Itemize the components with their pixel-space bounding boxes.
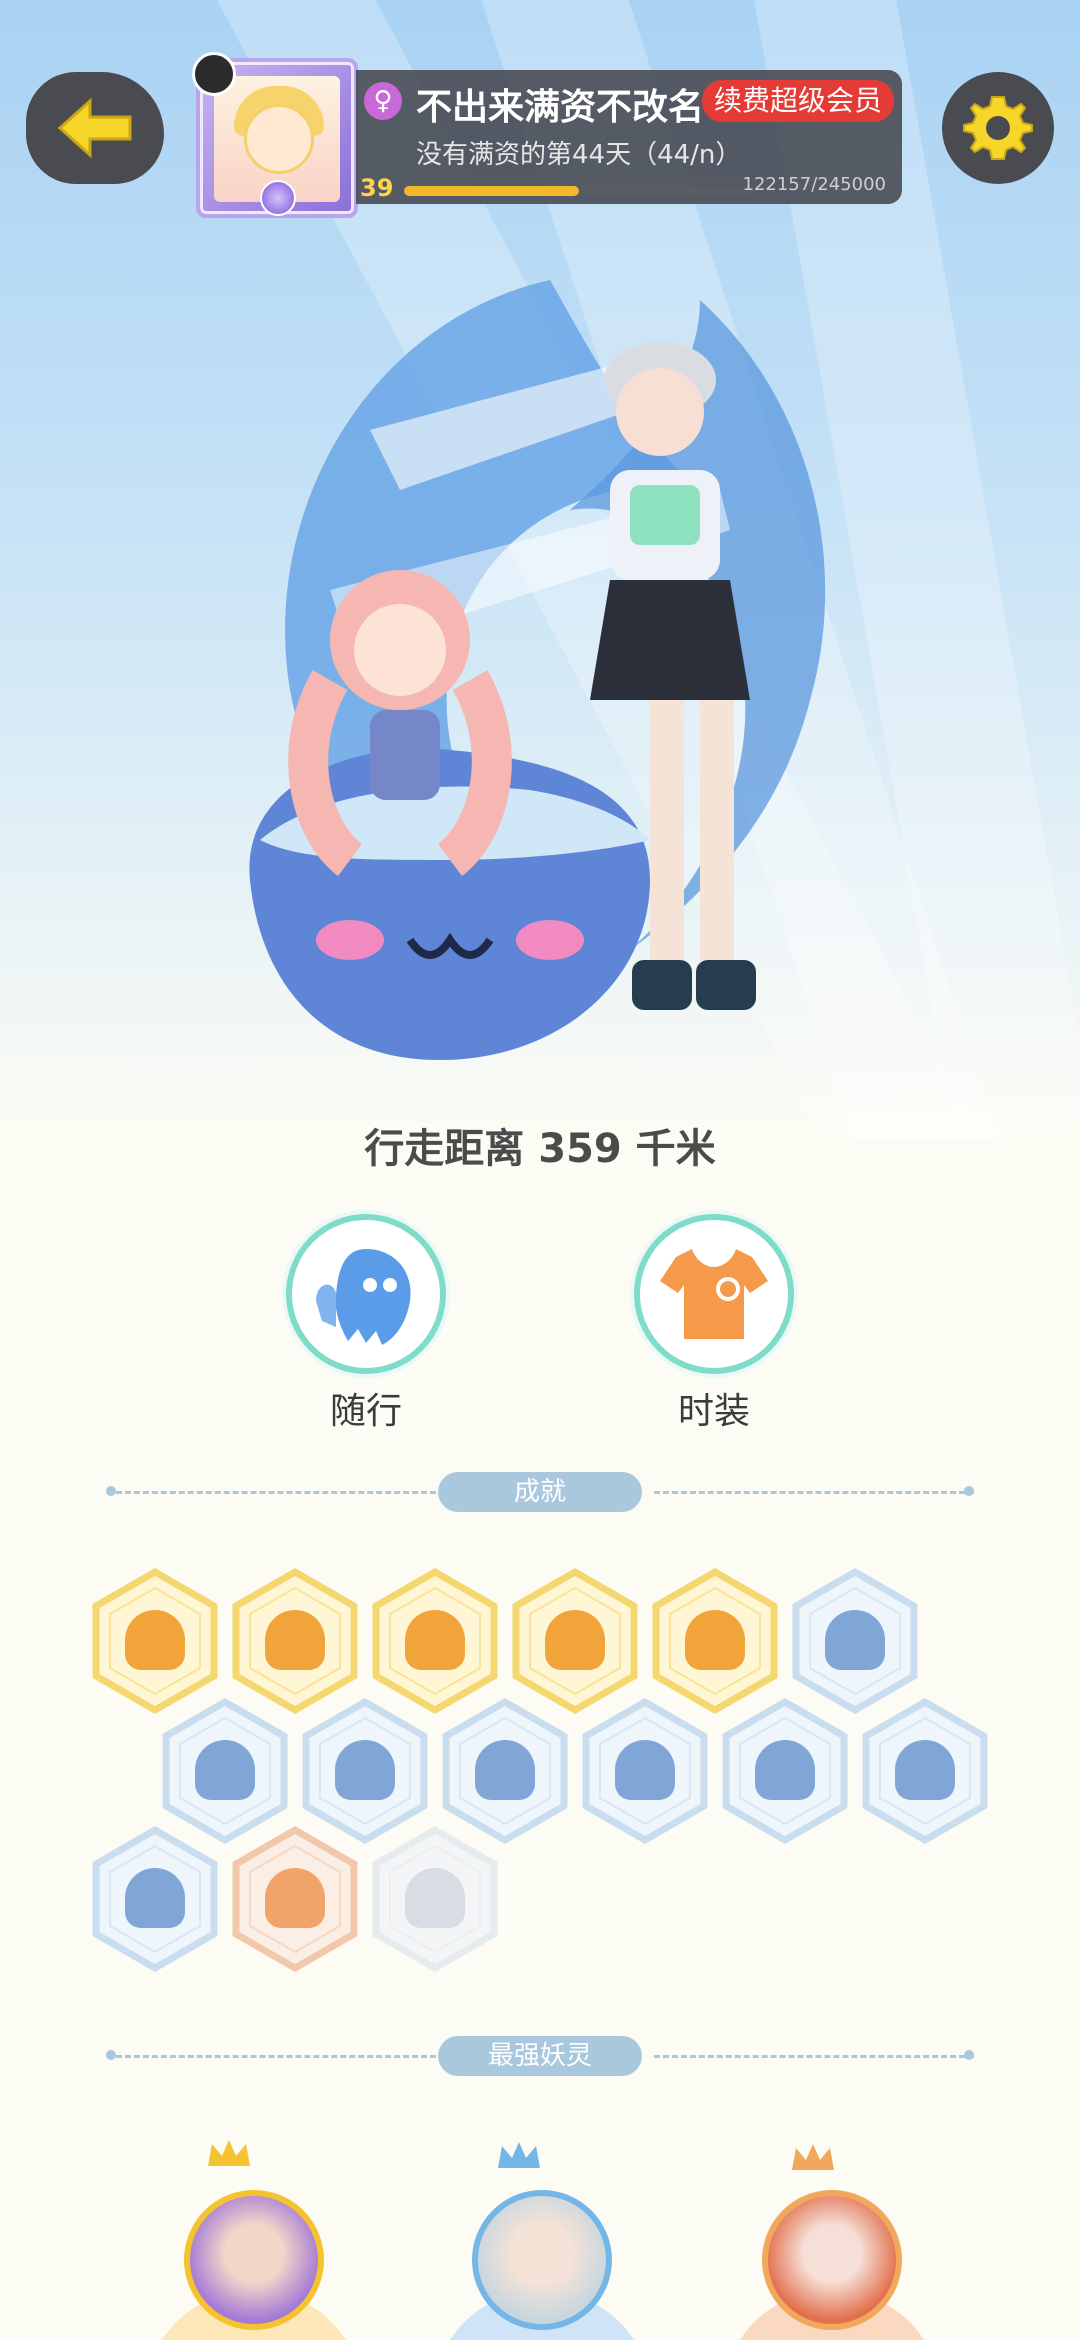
- orb-badge-icon: [265, 1610, 325, 1670]
- achievements-section-title: 成就: [438, 1472, 642, 1512]
- exp-progress-fill: [404, 186, 579, 196]
- profile-info-panel: ♀ 不出来满资不改名 续费超级会员 没有满资的第44天（44/n） 39 122…: [356, 70, 902, 204]
- achievement-badge[interactable]: [580, 1698, 710, 1844]
- shield-orb-icon: [125, 1868, 185, 1928]
- female-gender-icon: ♀: [364, 82, 402, 120]
- achievement-badge[interactable]: [860, 1698, 990, 1844]
- level-number: 39: [360, 174, 394, 202]
- gold-crown-icon: [208, 2140, 250, 2166]
- achievement-badge[interactable]: [160, 1698, 290, 1844]
- back-button[interactable]: [26, 72, 164, 184]
- crystal-icon: [475, 1740, 535, 1800]
- settings-button[interactable]: [942, 72, 1054, 184]
- strongest-spirits-divider: 最强妖灵: [106, 2036, 974, 2076]
- fashion-button[interactable]: 时装: [634, 1214, 794, 1434]
- arrow-left-icon: [57, 97, 132, 159]
- achievement-badge[interactable]: [790, 1568, 920, 1714]
- achievement-badge[interactable]: [230, 1826, 360, 1972]
- strongest-spirits-section-title: 最强妖灵: [438, 2036, 642, 2076]
- nickname: 不出来满资不改名: [416, 87, 705, 128]
- walk-distance: 行走距离 359 千米: [364, 1126, 716, 1172]
- silver-crown-icon: [498, 2142, 540, 2168]
- signature-text: 没有满资的第44天（44/n）: [416, 140, 742, 170]
- penguin-badge-icon: [192, 52, 236, 96]
- achievement-badge[interactable]: [90, 1826, 220, 1972]
- shirt-icon: [660, 1249, 768, 1339]
- player-avatar[interactable]: [192, 52, 358, 218]
- achievement-badge[interactable]: [370, 1568, 500, 1714]
- achievement-badge[interactable]: [370, 1826, 500, 1972]
- yinyang-book-icon: [545, 1610, 605, 1670]
- achievement-badge[interactable]: [230, 1568, 360, 1714]
- gem-badge-icon: [260, 180, 296, 216]
- companion-button[interactable]: 随行: [286, 1214, 446, 1434]
- stroller-icon: [755, 1740, 815, 1800]
- achievements-divider: 成就: [106, 1472, 974, 1512]
- achievement-badge[interactable]: [650, 1568, 780, 1714]
- achievement-badge[interactable]: [720, 1698, 850, 1844]
- fashion-label: 时装: [677, 1391, 750, 1432]
- companion-label: 随行: [329, 1391, 402, 1432]
- achievement-badge[interactable]: [510, 1568, 640, 1714]
- achievement-badge[interactable]: [440, 1698, 570, 1844]
- vip-renew-badge[interactable]: 续费超级会员: [702, 80, 895, 122]
- spirit-figure-icon: [615, 1740, 675, 1800]
- beast-statue-icon: [265, 1868, 325, 1928]
- exp-text: 122157/245000: [742, 174, 887, 195]
- achievement-badge[interactable]: [90, 1568, 220, 1714]
- moon-icon: [335, 1740, 395, 1800]
- bear-balloon-icon: [895, 1740, 955, 1800]
- characters-illustration: [249, 342, 756, 1060]
- bronze-crown-icon: [792, 2144, 834, 2170]
- achievement-badge[interactable]: [300, 1698, 430, 1844]
- spirit-card-2[interactable]: [432, 2190, 652, 2340]
- sneaker-icon: [825, 1610, 885, 1670]
- fox-badge-icon: [125, 1610, 185, 1670]
- exp-progress-bar: [404, 186, 754, 196]
- companion-ghost-icon: [316, 1249, 411, 1345]
- portal-icon: [195, 1740, 255, 1800]
- spirit-card-1[interactable]: [144, 2190, 364, 2340]
- ghost-locked-icon: [405, 1868, 465, 1928]
- fox-book-icon: [685, 1610, 745, 1670]
- yinyang-swirl-icon: [405, 1610, 465, 1670]
- spirit-card-3[interactable]: [722, 2190, 942, 2340]
- gear-icon: [963, 96, 1033, 160]
